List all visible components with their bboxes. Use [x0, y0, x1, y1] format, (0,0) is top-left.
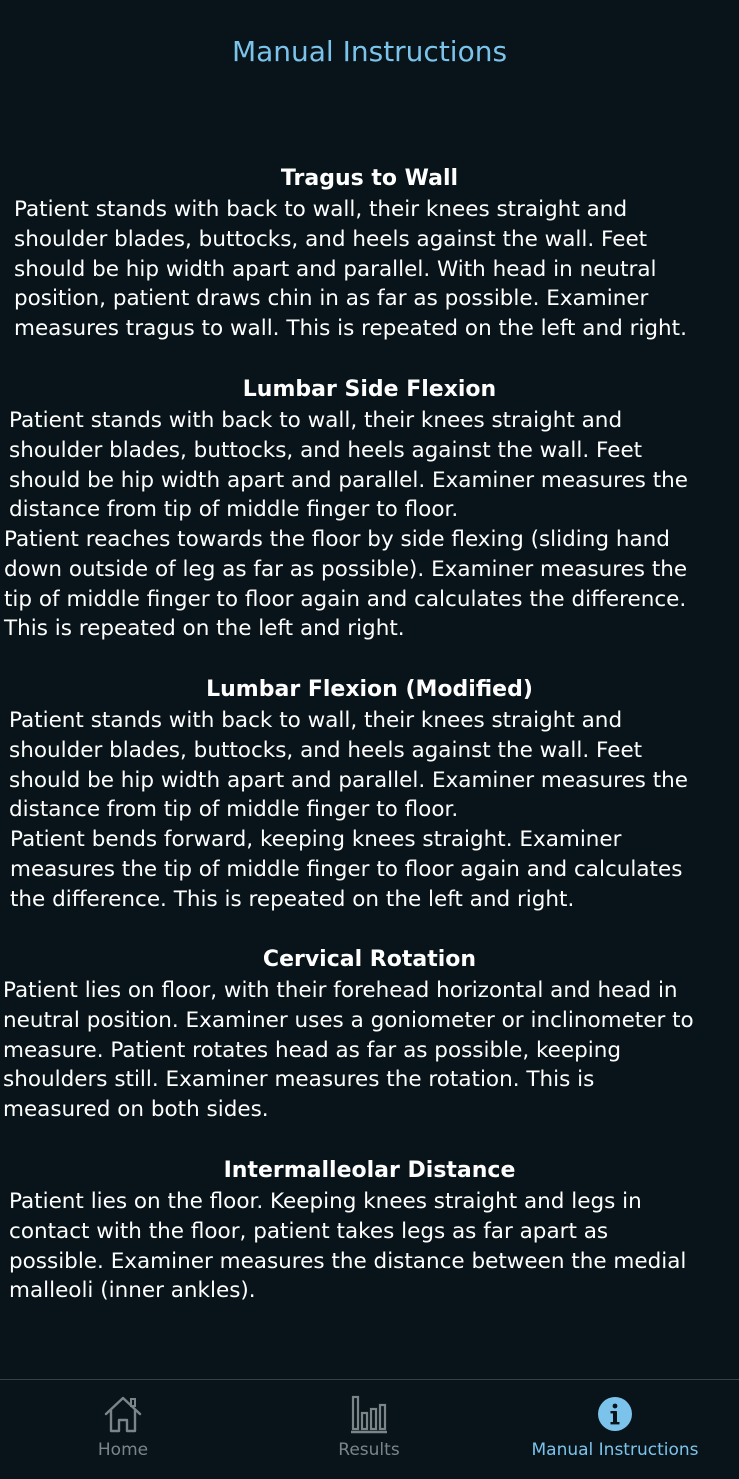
- tab-bar: Home Results Manual Instructions: [0, 1379, 739, 1479]
- tab-manual-instructions-label: Manual Instructions: [531, 1440, 699, 1460]
- home-icon: [104, 1396, 142, 1433]
- section-title-lumbar-flexion: Lumbar Flexion (Modified): [206, 677, 533, 702]
- tab-manual-instructions[interactable]: Manual Instructions: [492, 1380, 738, 1479]
- tab-home-label: Home: [97, 1440, 149, 1460]
- info-icon: [598, 1397, 632, 1431]
- tab-results[interactable]: Results: [246, 1380, 492, 1479]
- section-text-intermalleolar-distance: Patient lies on the floor. Keeping knees…: [9, 1189, 687, 1304]
- section-text-lumbar-flexion-1: Patient stands with back to wall, their …: [9, 708, 689, 823]
- section-title-intermalleolar-distance: Intermalleolar Distance: [223, 1158, 516, 1183]
- section-text-lumbar-side-flexion-2: Patient reaches towards the floor by sid…: [4, 527, 688, 642]
- page-title: Manual Instructions: [231, 35, 508, 68]
- section-text-lumbar-side-flexion-1: Patient stands with back to wall, their …: [9, 408, 689, 523]
- tab-results-label: Results: [338, 1440, 400, 1460]
- section-title-tragus-to-wall: Tragus to Wall: [280, 166, 459, 191]
- section-text-lumbar-flexion-2: Patient bends forward, keeping knees str…: [10, 827, 683, 912]
- section-title-lumbar-side-flexion: Lumbar Side Flexion: [242, 377, 497, 402]
- section-text-cervical-rotation: Patient lies on floor, with their forehe…: [3, 978, 694, 1123]
- section-title-cervical-rotation: Cervical Rotation: [262, 947, 477, 972]
- tab-home[interactable]: Home: [0, 1380, 246, 1479]
- section-text-tragus-to-wall: Patient stands with back to wall, their …: [14, 197, 687, 342]
- bar-chart-icon: [351, 1395, 387, 1434]
